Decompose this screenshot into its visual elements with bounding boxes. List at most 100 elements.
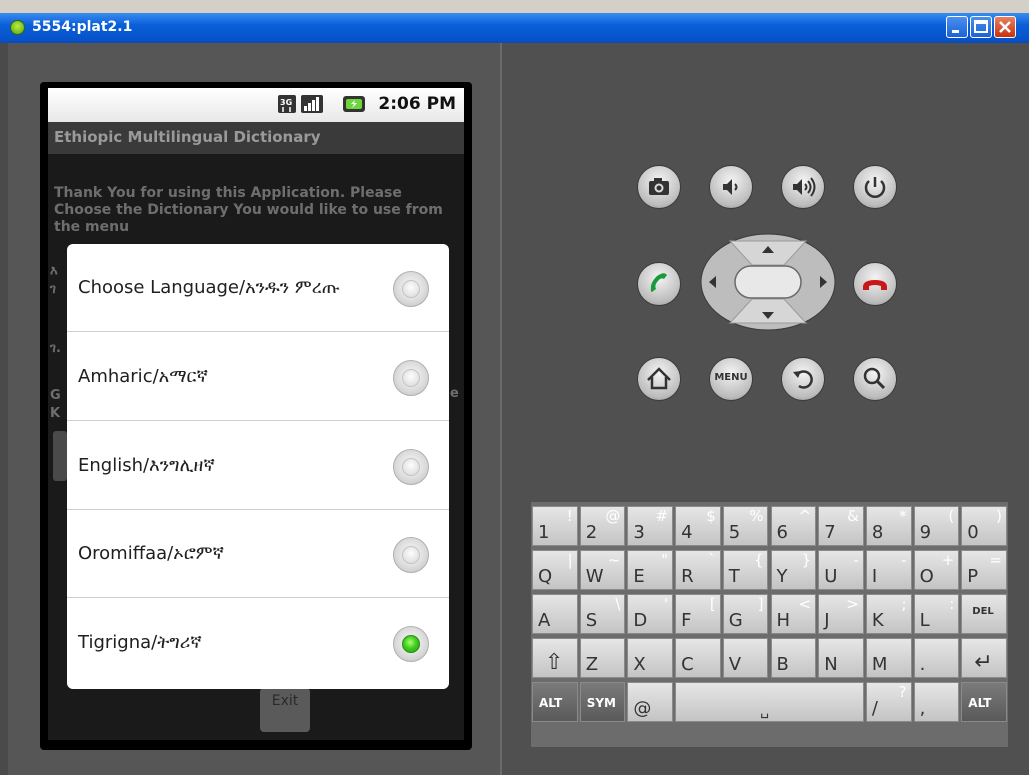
key-alt-left[interactable]: ALT [532, 682, 578, 722]
option-label: Oromiffaa/ኦሮምኛ [78, 543, 225, 564]
radio-button[interactable] [393, 537, 429, 573]
key-period[interactable]: . [913, 638, 960, 678]
radio-button[interactable] [393, 449, 429, 485]
3g-icon: 3G [278, 95, 296, 113]
key-alt-label: ) [996, 507, 1002, 525]
key-z[interactable]: Z [579, 638, 626, 678]
key-6[interactable]: 6 ^ [770, 506, 817, 546]
minimize-button[interactable] [946, 16, 968, 38]
key-e[interactable]: E " [627, 550, 674, 590]
key-r[interactable]: R ` [675, 550, 721, 590]
camera-button[interactable] [637, 165, 681, 209]
key-3[interactable]: 3 # [627, 506, 674, 546]
key-k[interactable]: K; [865, 594, 912, 634]
key-label: U [824, 566, 838, 587]
key-alt-label: ? [898, 683, 907, 701]
key-slash[interactable]: /? [865, 682, 912, 722]
key-label: B [776, 654, 789, 675]
background-text-fragment: ገ [50, 282, 56, 297]
key-o[interactable]: O + [913, 550, 960, 590]
key-w[interactable]: W ~ [579, 550, 626, 590]
key-u[interactable]: U- [818, 550, 864, 590]
maximize-button[interactable] [970, 16, 992, 38]
key-q[interactable]: Q | [532, 550, 578, 590]
key-label: 3 [633, 522, 645, 543]
key-label: X [633, 654, 646, 675]
radio-button-selected[interactable] [393, 626, 429, 662]
home-button[interactable] [637, 357, 681, 401]
option-tigrigna[interactable]: Tigrigna/ትግሪኛ [67, 599, 449, 687]
volume-down-button[interactable] [709, 165, 753, 209]
key-i[interactable]: I- [865, 550, 912, 590]
key-j[interactable]: J > [818, 594, 864, 634]
key-y[interactable]: Y} [770, 550, 817, 590]
key-f[interactable]: F[ [675, 594, 721, 634]
android-app-icon [10, 20, 25, 35]
exit-button[interactable]: Exit [260, 688, 310, 732]
search-button[interactable] [853, 357, 897, 401]
key-label: 1 [538, 522, 550, 543]
key-comma[interactable]: , [913, 682, 960, 722]
dpad[interactable] [700, 233, 836, 331]
key-n[interactable]: N [818, 638, 864, 678]
key-space[interactable]: ␣ [675, 682, 864, 722]
close-button[interactable] [994, 16, 1016, 38]
key-sym[interactable]: SYM [579, 682, 626, 722]
key-l[interactable]: L: [913, 594, 960, 634]
menu-button[interactable]: MENU [709, 357, 753, 401]
key-9[interactable]: 9( [913, 506, 960, 546]
key-t[interactable]: T{ [722, 550, 769, 590]
key-label: 5 [728, 522, 741, 543]
key-1[interactable]: 1! [532, 506, 578, 546]
end-call-button[interactable] [853, 262, 897, 306]
key-label: O [919, 566, 934, 587]
key-8[interactable]: 8 * [865, 506, 912, 546]
back-icon [793, 370, 813, 389]
dpad-center-button [734, 265, 802, 299]
radio-button[interactable] [393, 271, 429, 307]
key-4[interactable]: 4 $ [675, 506, 721, 546]
search-icon [863, 367, 886, 390]
key-h[interactable]: H < [770, 594, 817, 634]
key-g[interactable]: G] [722, 594, 769, 634]
key-a[interactable]: A [532, 594, 578, 634]
key-del[interactable]: DEL [961, 594, 1007, 634]
end-call-icon [863, 280, 887, 290]
key-s[interactable]: S \ [579, 594, 626, 634]
call-button[interactable] [637, 262, 681, 306]
key-5[interactable]: 5% [722, 506, 769, 546]
key-label: R [681, 566, 694, 587]
key-2[interactable]: 2 @ [579, 506, 626, 546]
key-label: 8 [871, 522, 884, 543]
camera-icon [649, 178, 669, 195]
key-p[interactable]: P = [961, 550, 1007, 590]
window-title: 5554:plat2.1 [32, 19, 133, 35]
option-oromiffaa[interactable]: Oromiffaa/ኦሮምኛ [67, 510, 449, 598]
volume-up-button[interactable] [781, 165, 825, 209]
option-choose-language[interactable]: Choose Language/አንዱን ምረጡ [67, 244, 449, 332]
key-m[interactable]: M [865, 638, 912, 678]
key-alt-label: * [899, 507, 907, 525]
key-v[interactable]: V [722, 638, 769, 678]
key-alt-right[interactable]: ALT [961, 682, 1007, 722]
key-label: S [585, 610, 598, 631]
power-button[interactable] [853, 165, 897, 209]
radio-button[interactable] [393, 360, 429, 396]
key-at[interactable]: @ [627, 682, 674, 722]
option-amharic[interactable]: Amharic/አማርኛ [67, 333, 449, 421]
key-d[interactable]: D ' [627, 594, 674, 634]
key-label: DEL [972, 606, 994, 617]
key-label: L [919, 610, 930, 631]
power-icon [864, 177, 886, 198]
key-shift[interactable]: ⇧ [532, 638, 578, 678]
key-0[interactable]: 0) [961, 506, 1007, 546]
key-x[interactable]: X [627, 638, 674, 678]
key-alt-label: $ [706, 507, 716, 525]
keyboard: 1! 2 @3 #4 $5% 6 ^ 7 & 8 * 9(0) Q | W ~ E " R ` T{Y} U - I - O + P =… [531, 502, 1008, 747]
key-enter[interactable]: ↵ [961, 638, 1007, 678]
key-7[interactable]: 7 & [818, 506, 864, 546]
key-c[interactable]: C [675, 638, 721, 678]
back-button[interactable] [781, 357, 825, 401]
key-b[interactable]: B [770, 638, 817, 678]
option-english[interactable]: English/እንግሊዘኛ [67, 422, 449, 510]
